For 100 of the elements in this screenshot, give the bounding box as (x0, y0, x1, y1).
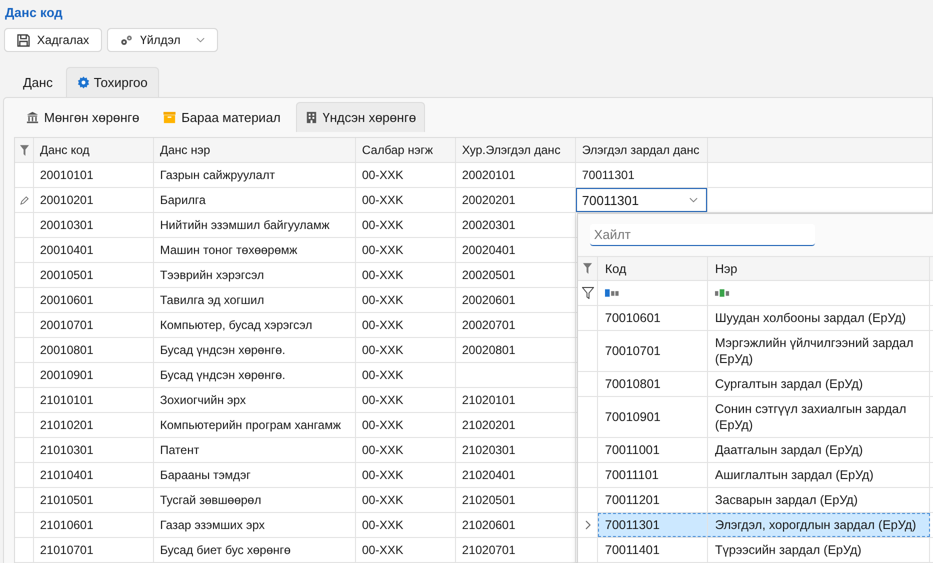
table-cell: 70011101 (605, 468, 659, 482)
table-cell: 21020101 (456, 388, 576, 412)
column-header[interactable]: Код (598, 257, 708, 280)
table-cell: 00-XXK (356, 238, 456, 262)
list-row[interactable]: 70011301 Элэгдэл, хорогдлын зардал (ЕрУд) (598, 513, 930, 537)
table-cell: Нийтийн эзэмшил байгууламж (154, 213, 356, 237)
filter-icon[interactable] (583, 263, 592, 274)
table-cell: 20020801 (456, 338, 576, 362)
table-cell: Шуудан холбооны зардал (ЕрУд) (715, 310, 906, 326)
table-cell: 70011201 (605, 493, 660, 507)
gear-icon (76, 76, 90, 89)
table-cell: 00-XXK (356, 513, 456, 537)
table-cell: Тээврийн хэрэгсэл (154, 263, 356, 287)
tab[interactable]: Бараа материал (154, 102, 290, 132)
column-header[interactable]: Салбар нэгж (356, 138, 456, 162)
table-cell: 00-XXK (356, 263, 456, 287)
table-cell: 20010501 (34, 263, 154, 287)
chevron-down-icon (689, 197, 698, 203)
table-cell: 70011001 (605, 443, 660, 457)
table-cell: 21010201 (34, 413, 154, 437)
toolbar-button[interactable]: Хадгалах (4, 28, 102, 52)
table-cell: Бусад үндсэн хөрөнгө. (154, 363, 356, 387)
table-cell: 20020701 (456, 313, 576, 337)
tab[interactable]: Данс (12, 67, 64, 97)
table-cell: Тавилга эд хогшил (154, 288, 356, 312)
table-cell: 20010301 (34, 213, 154, 237)
column-header[interactable]: Нэр (708, 257, 930, 280)
table-cell: 20010601 (34, 288, 154, 312)
list-row[interactable]: 70010901 Сонин сэтгүүл захиалгын зардал (ЕрУд) (598, 397, 930, 437)
table-cell: Зохиогчийн эрх (154, 388, 356, 412)
table-cell: 00-XXK (356, 363, 456, 387)
text-filter-icon[interactable] (715, 289, 730, 297)
table-cell: Барааны тэмдэг (154, 463, 356, 487)
table-cell: Даатгалын зардал (ЕрУд) (715, 442, 863, 458)
column-header[interactable]: Данс нэр (154, 138, 356, 162)
table-cell: 20020601 (456, 288, 576, 312)
table-cell: 21010501 (34, 488, 154, 512)
table-cell: Газар эзэмших эрх (154, 513, 356, 537)
table-cell: 00-XXK (356, 313, 456, 337)
list-row[interactable]: 70010601 Шуудан холбооны зардал (ЕрУд) (598, 306, 930, 330)
table-cell: Бусад биет бус хөрөнгө (154, 538, 356, 562)
table-cell: 21020401 (456, 463, 576, 487)
list-row[interactable]: 70011201 Засварын зардал (ЕрУд) (598, 488, 930, 512)
table-cell: 21020701 (456, 538, 576, 562)
save-icon (17, 34, 30, 46)
table-cell: 00-XXK (356, 288, 456, 312)
column-header[interactable]: Элэгдэл зардал данс (576, 138, 708, 162)
table-cell: 21020201 (456, 413, 576, 437)
table-cell: Газрын сайжруулалт (154, 163, 356, 187)
building-icon (304, 111, 318, 124)
table-cell: Ашиглалтын зардал (ЕрУд) (715, 467, 874, 483)
table-cell: 70010601 (605, 311, 661, 325)
toolbar-button[interactable]: Үйлдэл (107, 28, 218, 52)
table-cell: Компьютерийн програм хангамж (154, 413, 356, 437)
table-cell: 20020101 (456, 163, 576, 187)
table-cell: Засварын зардал (ЕрУд) (715, 492, 858, 508)
table-cell: 21020501 (456, 488, 576, 512)
filter-icon[interactable] (582, 287, 594, 299)
table-cell: 21010701 (34, 538, 154, 562)
table-cell: 00-XXK (356, 338, 456, 362)
list-row[interactable]: 70010701 Мэргэжлийн үйлчилгээний зардал (ЕрУд) (598, 331, 930, 371)
list-row[interactable]: 70010801 Сургалтын зардал (ЕрУд) (598, 372, 930, 396)
table-cell: 70010801 (605, 377, 661, 391)
column-header[interactable]: Хур.Элэгдэл данс (456, 138, 576, 162)
table-cell: 00-XXK (356, 163, 456, 187)
text-filter-icon[interactable] (605, 289, 620, 297)
table-cell: Барилга (154, 188, 356, 212)
table-cell: 20010801 (34, 338, 154, 362)
account-dropdown[interactable]: 70011301 (576, 188, 707, 212)
table-cell: 70011301 (605, 518, 660, 532)
table-cell: 70010901 (605, 410, 661, 424)
tab[interactable]: Үндсэн хөрөнгө (296, 102, 426, 132)
table-cell-text: Мэргэжлийн үйлчилгээний зардал (ЕрУд) (715, 335, 914, 367)
table-cell: 20010101 (34, 163, 154, 187)
table-cell: 00-XXK (356, 413, 456, 437)
table-cell: Патент (154, 438, 356, 462)
list-row[interactable]: 70011001 Даатгалын зардал (ЕрУд) (598, 438, 930, 462)
list-row[interactable]: 70011101 Ашиглалтын зардал (ЕрУд) (598, 463, 930, 487)
tab[interactable]: Тохиргоо (66, 67, 159, 97)
table-cell: 00-XXK (356, 188, 456, 212)
table-cell: 20020401 (456, 238, 576, 262)
tab[interactable]: Мөнгөн хөрөнгө (17, 102, 148, 132)
table-cell: 00-XXK (356, 388, 456, 412)
table-cell: 20020501 (456, 263, 576, 287)
chevron-right-icon (584, 520, 590, 530)
table-cell: 21010101 (34, 388, 154, 412)
table-cell: 00-XXK (356, 538, 456, 562)
search-field[interactable]: Хайлт (590, 224, 815, 246)
table-cell: Элэгдэл, хорогдлын зардал (ЕрУд) (715, 517, 916, 533)
list-row[interactable]: 70011401 Түрээсийн зардал (ЕрУд) (598, 538, 930, 562)
table-cell: 20010401 (34, 238, 154, 262)
table-cell: 21010601 (34, 513, 154, 537)
table-cell: 00-XXK (356, 438, 456, 462)
table-cell: Тусгай зөвшөөрөл (154, 488, 356, 512)
table-cell: Түрээсийн зардал (ЕрУд) (715, 542, 862, 558)
window-title: Данс код (4, 4, 64, 22)
column-header[interactable]: Данс код (34, 138, 154, 162)
filter-icon[interactable] (20, 144, 28, 156)
table-cell: 70010701 (605, 344, 661, 358)
table-cell: Сургалтын зардал (ЕрУд) (715, 376, 863, 392)
